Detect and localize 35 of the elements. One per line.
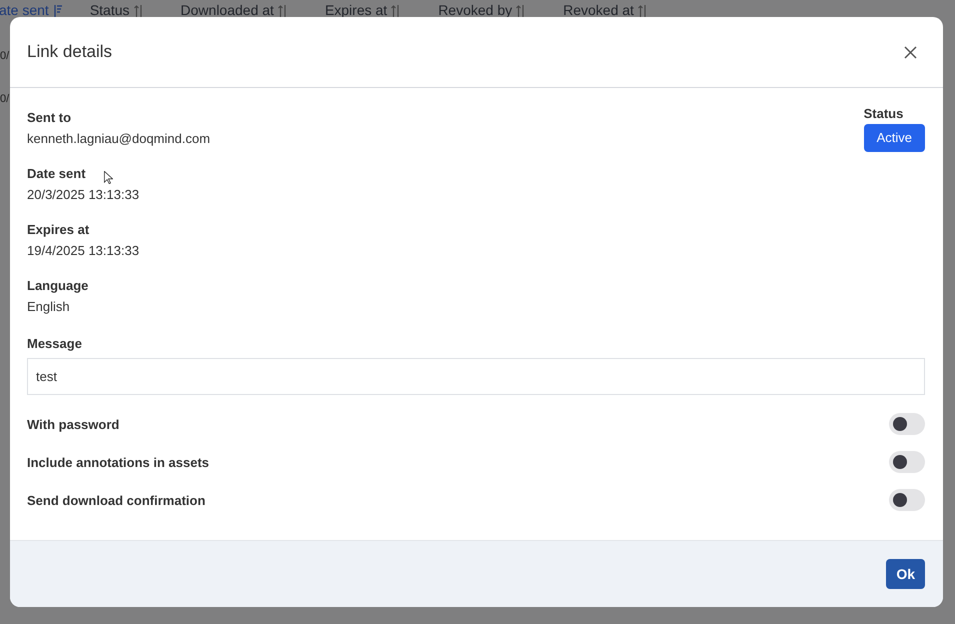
field-label: Date sent [27, 165, 86, 182]
message-field[interactable]: test [27, 358, 925, 395]
cursor-icon [104, 171, 113, 184]
column-header[interactable]: Downloaded at [180, 3, 274, 17]
toggle-label: Include annotations in assets [27, 454, 210, 470]
sort-icon[interactable] [516, 5, 526, 17]
toggle-switch[interactable] [889, 489, 925, 511]
field-label: Message [27, 335, 82, 352]
column-header[interactable]: Expires at [324, 3, 388, 17]
field-label: Sent to [27, 109, 72, 126]
status-label: Status [864, 105, 904, 122]
toggle-label: With password [27, 416, 120, 432]
sort-icon[interactable] [278, 5, 287, 17]
dialog-title: Link details [27, 42, 112, 62]
column-header[interactable]: Status [90, 3, 130, 17]
column-header[interactable]: Revoked at [563, 3, 634, 17]
field-label: Language [27, 277, 88, 294]
table-cell: 0/ [0, 50, 10, 62]
field-value: 20/3/2025 13:13:33 [27, 186, 140, 203]
table-cell: 0/ [0, 93, 10, 105]
field-value: English [27, 298, 70, 315]
status-badge: Active [864, 124, 925, 152]
toggle-switch[interactable] [889, 451, 925, 473]
sort-icon[interactable] [638, 5, 647, 17]
sort-icon[interactable] [134, 5, 143, 17]
toggle-label: Send download confirmation [27, 492, 206, 508]
sort-icon[interactable] [52, 5, 62, 17]
field-value: kenneth.lagniau@doqmind.com [27, 130, 210, 147]
toggle-switch[interactable] [889, 413, 925, 435]
field-value: 19/4/2025 13:13:33 [27, 242, 140, 259]
field-label: Expires at [27, 221, 90, 238]
sort-icon[interactable] [391, 5, 400, 17]
ok-button[interactable]: Ok [886, 559, 925, 589]
close-icon [904, 46, 917, 58]
column-header[interactable]: Revoked by [438, 3, 512, 17]
